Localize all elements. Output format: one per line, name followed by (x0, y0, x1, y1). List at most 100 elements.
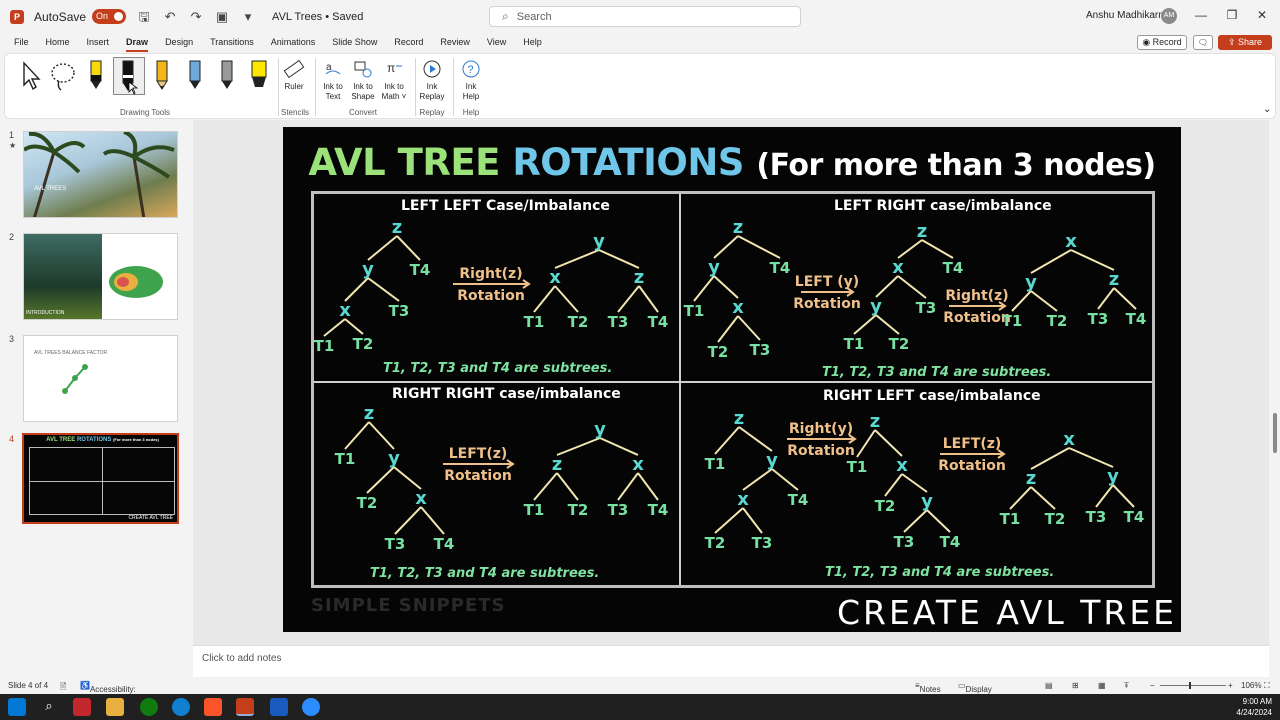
select-tool-icon[interactable] (16, 57, 44, 95)
pencil-gold-icon[interactable] (148, 57, 176, 95)
record-button-label: Record (1152, 37, 1182, 47)
tab-view[interactable]: View (487, 33, 506, 52)
document-title[interactable]: AVL Trees • Saved (272, 11, 363, 23)
tab-insert[interactable]: Insert (87, 33, 110, 52)
tree-node: x (1065, 231, 1077, 252)
edge-icon[interactable] (172, 698, 190, 716)
customize-toolbar-icon[interactable]: ▾ (240, 9, 256, 25)
rotation-label: LEFT(z) (449, 446, 508, 462)
zoom-out-icon[interactable]: − (1150, 681, 1155, 690)
ink-help-button[interactable]: ? Ink Help (457, 58, 485, 102)
present-icon[interactable]: ▣ (214, 9, 230, 25)
tree-edge (323, 318, 346, 337)
tree-node: x (632, 454, 644, 475)
restore-icon[interactable]: ❐ (1222, 8, 1242, 22)
tree-node: z (634, 267, 644, 288)
clock[interactable]: 9:00 AM 4/24/2024 (1236, 696, 1272, 718)
minimize-icon[interactable]: — (1191, 8, 1211, 22)
pen-yellow-icon[interactable] (82, 57, 110, 95)
pen-blue-icon[interactable] (181, 57, 209, 95)
notes-pane[interactable]: Click to add notes (193, 645, 1269, 677)
tree-edge (875, 275, 899, 298)
ribbon-separator (453, 58, 454, 116)
ink-to-shape-label: Ink to Shape (351, 82, 375, 101)
tree-node: y (1107, 466, 1119, 487)
slide-sorter-icon[interactable]: ⊞ (1072, 681, 1079, 690)
tab-review[interactable]: Review (440, 33, 470, 52)
ink-replay-button[interactable]: Ink Replay (418, 58, 446, 102)
tree-edge (367, 235, 398, 261)
windows-start-icon[interactable] (8, 698, 26, 716)
svg-text:?: ? (468, 64, 474, 76)
zoom-app-icon[interactable] (302, 698, 320, 716)
xbox-icon[interactable] (140, 698, 158, 716)
slide-thumbnail-4[interactable]: AVL TREE ROTATIONS (For more than 3 node… (22, 433, 179, 524)
ink-to-shape-button[interactable]: Ink to Shape (349, 58, 377, 102)
ruler-button[interactable]: Ruler (283, 58, 305, 92)
tree-node: z (364, 403, 374, 424)
brave-icon[interactable] (204, 698, 222, 716)
notes-toggle[interactable]: ≡ Notes (915, 681, 941, 694)
tab-slide-show[interactable]: Slide Show (332, 33, 377, 52)
collapse-ribbon-icon[interactable]: ⌄ (1263, 104, 1271, 115)
display-settings-button[interactable]: ▭ Display Settings (958, 681, 994, 703)
normal-view-icon[interactable]: ▤ (1045, 681, 1053, 690)
rotation-diagrams: zy T4x T3T1 T2Right(z)Rotationyx zT1 T2 T3 T4zy… (314, 217, 1147, 553)
subtree-label: T4 (943, 259, 964, 277)
taskbar-search-icon[interactable]: ⌕ (40, 698, 58, 716)
user-name[interactable]: Anshu Madhikarmi (1086, 10, 1169, 21)
highlighter-yellow-icon[interactable] (245, 57, 273, 95)
tab-design[interactable]: Design (165, 33, 193, 52)
avatar[interactable]: AM (1161, 8, 1177, 24)
slideshow-icon[interactable]: ⍕ (1124, 681, 1129, 691)
tab-home[interactable]: Home (46, 33, 70, 52)
taskbar-app-icon[interactable] (73, 698, 91, 716)
redo-icon[interactable]: ↷ (188, 9, 204, 25)
subtree-label: T4 (940, 533, 961, 551)
ink-to-text-button[interactable]: a Ink to Text (319, 58, 347, 102)
accessibility-status[interactable]: ♿ Accessibility: Investigate (80, 681, 136, 703)
scrollbar-thumb[interactable] (1273, 413, 1277, 453)
close-icon[interactable]: ✕ (1252, 8, 1272, 22)
powerpoint-taskbar-icon[interactable] (236, 698, 254, 716)
tree-edge (393, 466, 422, 490)
slide-thumbnail-3[interactable]: AVL TREES BALANCE FACTOR (23, 335, 178, 422)
file-explorer-icon[interactable] (106, 698, 124, 716)
slide-thumbnail-1[interactable]: AVL TREES (23, 131, 178, 218)
spellcheck-icon[interactable]: 🖹 (60, 681, 66, 695)
zoom-slider[interactable] (1160, 685, 1226, 686)
tab-help[interactable]: Help (523, 33, 542, 52)
tab-record[interactable]: Record (394, 33, 423, 52)
subtree-label: T4 (648, 501, 669, 519)
palm-tree-image (24, 132, 175, 217)
tree-edge (714, 507, 744, 534)
search-box[interactable]: ⌕ Search (489, 6, 801, 27)
reading-view-icon[interactable]: ▦ (1098, 681, 1106, 690)
subtree-label: T3 (1088, 310, 1109, 328)
tab-draw[interactable]: Draw (126, 33, 149, 52)
slide-4[interactable]: AVL TREE ROTATIONS (For more than 3 node… (283, 127, 1181, 632)
fit-slide-icon[interactable]: ⛶ (1264, 681, 1270, 691)
tree-edge (344, 421, 370, 450)
comments-button[interactable]: 🗨 (1193, 35, 1213, 50)
zoom-level[interactable]: 106% (1241, 681, 1261, 690)
pen-black-icon[interactable] (113, 57, 145, 95)
share-button[interactable]: ⇪ Share (1218, 35, 1272, 50)
ink-to-math-button[interactable]: π Ink to Math ˅ (379, 58, 409, 102)
zoom-in-icon[interactable]: + (1228, 681, 1233, 690)
tab-animations[interactable]: Animations (271, 33, 316, 52)
vertical-scrollbar[interactable] (1270, 120, 1280, 645)
undo-icon[interactable]: ↶ (162, 9, 178, 25)
tab-file[interactable]: File (14, 33, 29, 52)
pen-gray-icon[interactable] (213, 57, 241, 95)
autosave-toggle[interactable]: On (92, 9, 127, 24)
slide-thumbnail-2[interactable]: INTRODUCTION (23, 233, 178, 320)
lasso-select-icon[interactable] (49, 57, 77, 95)
ink-replay-icon (421, 58, 443, 80)
word-icon[interactable] (270, 698, 288, 716)
zoom-slider-thumb[interactable] (1189, 682, 1191, 689)
save-icon[interactable]: 🖫 (136, 9, 152, 25)
tab-transitions[interactable]: Transitions (210, 33, 254, 52)
powerpoint-app-icon: P (10, 9, 24, 24)
record-button[interactable]: ◉ Record (1137, 35, 1187, 50)
